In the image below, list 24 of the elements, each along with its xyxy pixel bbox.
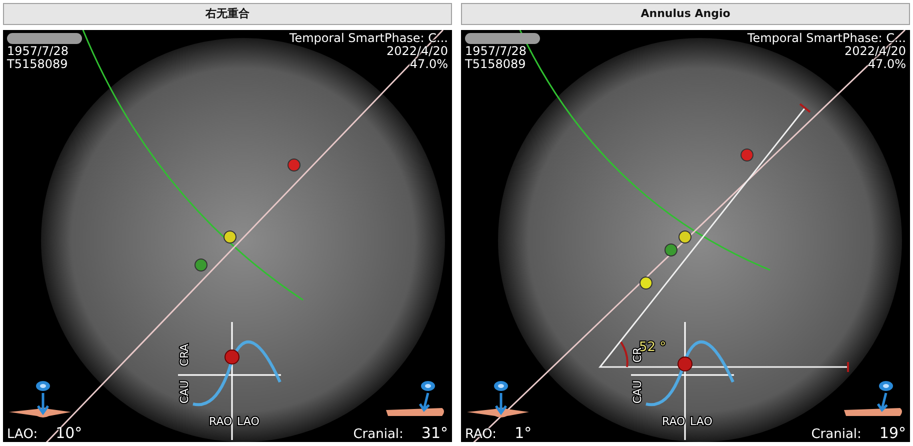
lao-label: LAO — [690, 415, 712, 428]
position-dot — [224, 350, 240, 364]
caudal-label: CAU — [178, 380, 191, 404]
angle-label: Cranial: — [353, 427, 404, 442]
angle-label: LAO: — [7, 427, 38, 442]
patient-id: T5158089 — [7, 58, 68, 71]
angle-value: 1° — [514, 424, 532, 442]
rao-label: RAO — [662, 415, 686, 428]
birth-date: 1957/7/28 — [7, 45, 69, 58]
angle-value: 19° — [879, 424, 906, 442]
position-dot — [678, 356, 692, 372]
patient-id: T5158089 — [465, 58, 526, 71]
phase-percent: 47.0% — [868, 58, 906, 71]
angle-label: Cranial: — [811, 427, 862, 442]
angle-value: 31° — [421, 424, 448, 442]
rao-label: RAO — [209, 415, 232, 428]
view-title: 右无重合 — [3, 3, 452, 25]
cranial-label: CRA — [178, 344, 191, 366]
birth-date: 1957/7/28 — [465, 45, 527, 58]
angle-value: 10° — [56, 424, 82, 442]
view-title: Annulus Angio — [461, 3, 910, 25]
phase-percent: 47.0% — [410, 58, 448, 71]
lao-label: LAO — [237, 415, 260, 428]
caudal-label: CAU — [631, 380, 644, 404]
